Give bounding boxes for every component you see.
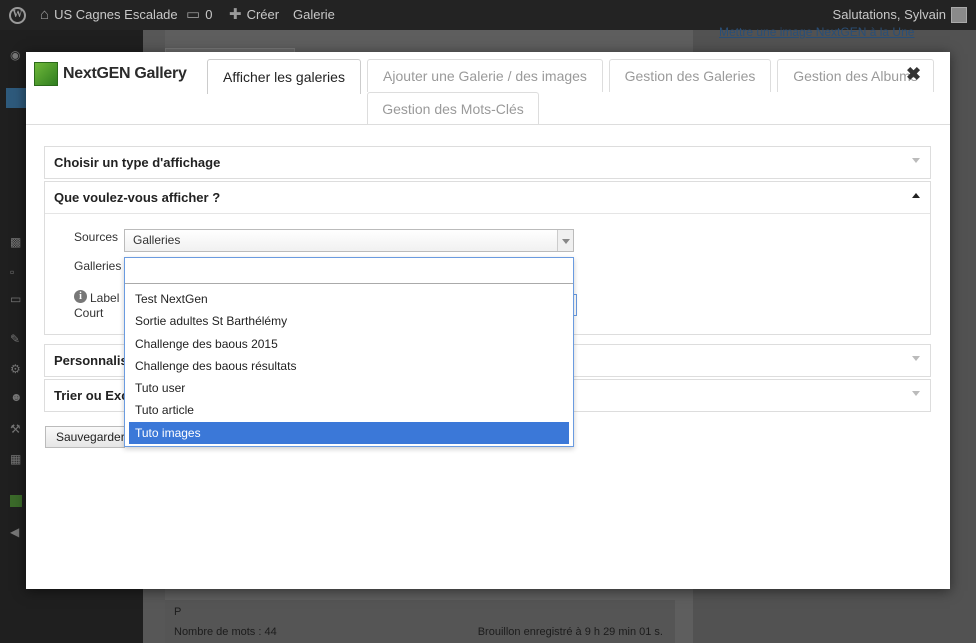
create-label: Créer: [246, 7, 280, 22]
chevron-down-icon: [557, 230, 573, 251]
galleries-option-list: Test NextGen Sortie adultes St Barthélém…: [129, 288, 569, 445]
close-icon[interactable]: ✖: [906, 64, 921, 85]
draft-status: Brouillon enregistré à 9 h 29 min 01 s.: [477, 626, 663, 638]
appearance-icon[interactable]: ✎: [10, 332, 24, 346]
collapse-icon[interactable]: ◀: [10, 525, 24, 539]
section-display-type-title: Choisir un type d'affichage: [54, 155, 221, 170]
gallery-option[interactable]: Test NextGen: [129, 288, 569, 310]
gallery-option[interactable]: Tuto user: [129, 377, 569, 399]
media-icon[interactable]: ▩: [10, 235, 24, 249]
word-count: Nombre de mots : 44: [174, 626, 277, 638]
galleries-dropdown: Test NextGen Sortie adultes St Barthélém…: [124, 257, 574, 447]
chevron-down-icon: [912, 158, 920, 163]
path-indicator: P: [174, 606, 182, 618]
save-button[interactable]: Sauvegarder: [45, 426, 125, 448]
pages-icon[interactable]: ▫: [10, 265, 24, 279]
tabs-divider: [26, 124, 950, 125]
comments-link[interactable]: ▭ 0: [186, 0, 212, 30]
settings-icon[interactable]: ▦: [10, 452, 24, 466]
section-what-to-show-header[interactable]: Que voulez-vous afficher ?: [45, 182, 930, 213]
gallery-label: Galerie: [293, 7, 335, 22]
editor-status-bar: P Nombre de mots : 44 Brouillon enregist…: [165, 600, 675, 643]
comment-icon: ▭: [186, 6, 201, 23]
gallery-option[interactable]: Tuto article: [129, 399, 569, 421]
plus-icon: ✚: [229, 6, 242, 23]
comments-icon[interactable]: ▭: [10, 292, 24, 306]
plugins-icon[interactable]: ⚙: [10, 362, 24, 376]
brand-name: NextGEN Gallery: [63, 65, 187, 82]
chevron-down-icon: [912, 356, 920, 361]
chevron-down-icon: [912, 391, 920, 396]
pin-icon[interactable]: [6, 88, 26, 108]
home-icon: ⌂: [40, 6, 50, 23]
sources-select[interactable]: Galleries: [124, 229, 574, 252]
label-input[interactable]: [574, 294, 577, 316]
featured-image-link[interactable]: Mettre une image NextGEN à la Une: [719, 25, 914, 39]
gallery-option[interactable]: Challenge des baous résultats: [129, 355, 569, 377]
sources-value: Galleries: [133, 233, 181, 247]
section-sort-title: Trier ou Exc: [54, 388, 129, 403]
section-display-type[interactable]: Choisir un type d'affichage: [44, 146, 931, 179]
site-name: US Cagnes Escalade: [54, 7, 178, 22]
info-icon: i: [74, 290, 87, 303]
tab-display-galleries[interactable]: Afficher les galeries: [207, 59, 361, 94]
section-customize-title: Personnalis: [54, 353, 128, 368]
nextgen-modal: NextGEN Gallery Afficher les galeries Aj…: [26, 52, 950, 589]
dashboard-icon[interactable]: ◉: [10, 48, 24, 62]
sources-label: Sources: [74, 230, 119, 244]
gallery-option[interactable]: Sortie adultes St Barthélémy: [129, 310, 569, 332]
section-what-to-show-title: Que voulez-vous afficher ?: [54, 190, 221, 205]
label-field-label-line2: Court: [74, 306, 104, 320]
comments-count: 0: [205, 7, 213, 22]
users-icon[interactable]: ☻: [10, 390, 24, 404]
nextgen-logo-icon: [34, 62, 58, 86]
label-field-label-line1: Label: [90, 291, 120, 305]
tab-add-gallery[interactable]: Ajouter une Galerie / des images: [367, 59, 603, 92]
gallery-option[interactable]: Challenge des baous 2015: [129, 333, 569, 355]
create-link[interactable]: ✚ Créer: [229, 0, 279, 30]
wordpress-logo-icon[interactable]: W: [9, 0, 26, 30]
gallery-link[interactable]: Galerie: [293, 0, 335, 30]
tab-manage-tags[interactable]: Gestion des Mots-Clés: [367, 92, 539, 125]
site-name-link[interactable]: ⌂ US Cagnes Escalade: [40, 0, 178, 30]
brand: NextGEN Gallery: [34, 62, 187, 86]
galleries-label: Galleries: [74, 259, 122, 273]
chevron-up-icon: [912, 193, 920, 198]
nextgen-menu-icon[interactable]: [10, 495, 22, 507]
gallery-option-selected[interactable]: Tuto images: [129, 421, 569, 445]
tools-icon[interactable]: ⚒: [10, 422, 24, 436]
tab-manage-galleries[interactable]: Gestion des Galeries: [609, 59, 771, 92]
avatar: [951, 7, 967, 23]
galleries-search-input[interactable]: [125, 258, 573, 284]
